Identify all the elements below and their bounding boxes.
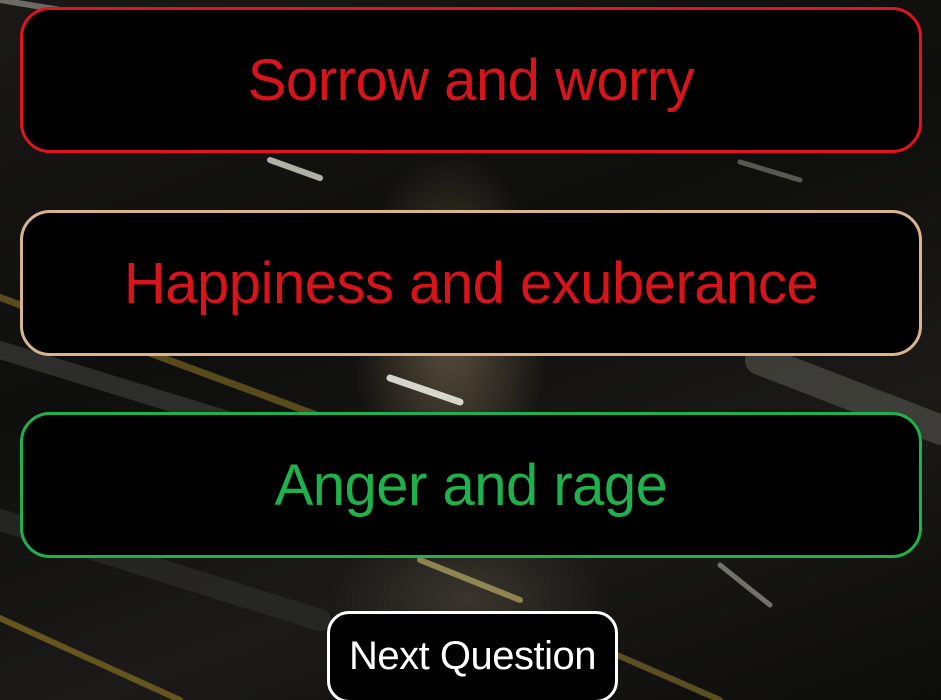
next-question-button[interactable]: Next Question — [327, 611, 618, 700]
answer-option-label: Happiness and exuberance — [123, 250, 819, 316]
answer-option-3[interactable]: Anger and rage — [20, 412, 922, 558]
answer-option-label: Sorrow and worry — [247, 47, 695, 113]
answer-option-1[interactable]: Sorrow and worry — [20, 7, 922, 153]
next-question-label: Next Question — [349, 634, 596, 678]
quiz-screen: Sorrow and worry Happiness and exuberanc… — [0, 0, 941, 700]
answer-option-2[interactable]: Happiness and exuberance — [20, 210, 922, 356]
answer-option-label: Anger and rage — [274, 452, 668, 518]
